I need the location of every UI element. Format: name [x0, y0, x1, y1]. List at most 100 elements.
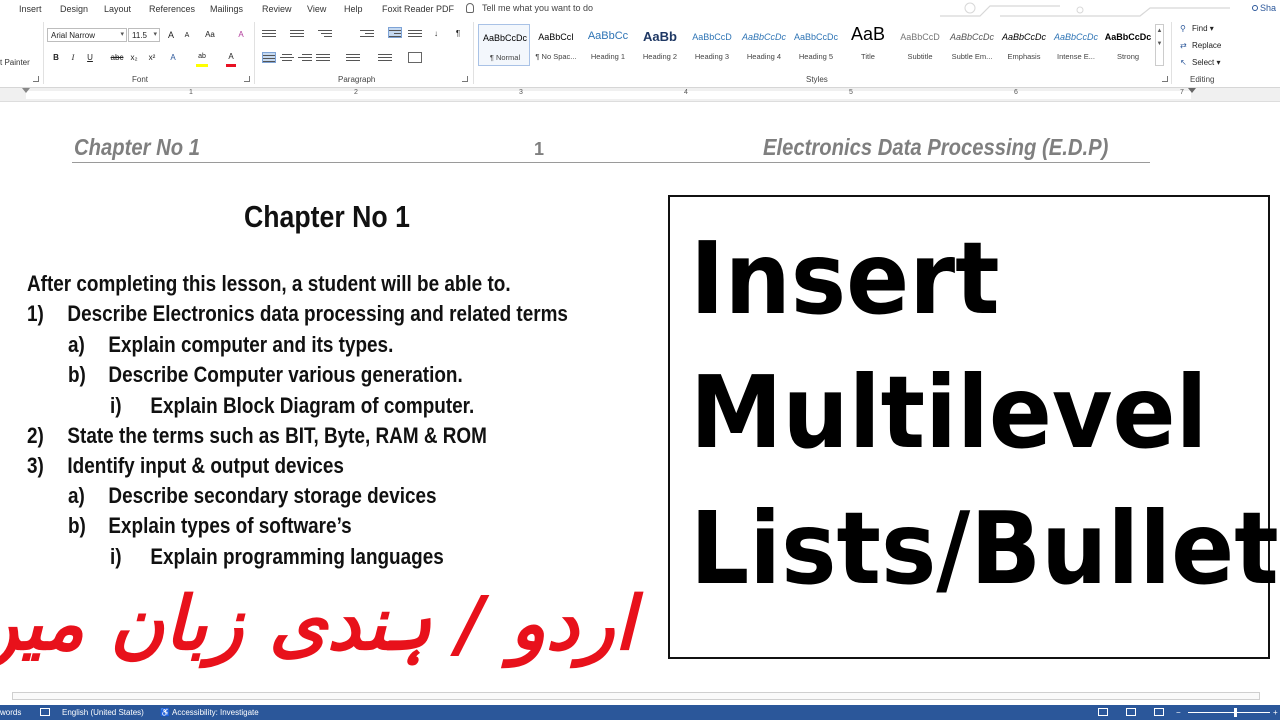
- menu-layout[interactable]: Layout: [104, 4, 131, 14]
- style-name: Title: [861, 52, 875, 61]
- menu-insert[interactable]: Insert: [19, 4, 42, 14]
- ruler-number: 3: [519, 89, 523, 96]
- style-heading-3[interactable]: AaBbCcD Heading 3: [686, 24, 738, 66]
- zoom-slider-thumb[interactable]: [1234, 708, 1237, 717]
- right-indent-marker[interactable]: [1188, 88, 1196, 93]
- highlight-button[interactable]: ab: [196, 51, 208, 63]
- style-name: ¶ No Spac...: [535, 52, 577, 61]
- sort-icon[interactable]: ↓: [430, 28, 442, 40]
- style-heading-5[interactable]: AaBbCcDc Heading 5: [790, 24, 842, 66]
- bullets-icon[interactable]: [262, 28, 276, 39]
- style-subtitle[interactable]: AaBbCcD Subtitle: [894, 24, 946, 66]
- ruler-number: 7: [1180, 89, 1184, 96]
- zoom-slider[interactable]: [1188, 712, 1270, 713]
- style-sample: AaBbCcD: [692, 32, 732, 42]
- text-direction-icon[interactable]: [408, 28, 422, 39]
- share-button[interactable]: Sha: [1252, 3, 1276, 13]
- justify-icon[interactable]: [316, 52, 330, 63]
- align-center-icon[interactable]: [280, 52, 294, 63]
- urdu-caption: اردو / ہندی زبان میں: [0, 581, 635, 667]
- style-subtle-emphasis[interactable]: AaBbCcDc Subtle Em...: [946, 24, 998, 66]
- strikethrough-button[interactable]: abc: [110, 52, 124, 64]
- read-mode-icon[interactable]: [1098, 708, 1108, 716]
- language-indicator[interactable]: English (United States): [62, 708, 144, 717]
- font-name-dropdown[interactable]: Arial Narrow ▾: [47, 28, 127, 42]
- underline-button[interactable]: U: [85, 52, 95, 64]
- print-layout-icon[interactable]: [1126, 708, 1136, 716]
- line-spacing-icon[interactable]: [346, 52, 360, 63]
- style-no-spacing[interactable]: AaBbCcI ¶ No Spac...: [530, 24, 582, 66]
- multilevel-list-icon[interactable]: [318, 28, 332, 39]
- style-sample: AaBbCc: [587, 30, 629, 42]
- zoom-out-icon[interactable]: −: [1176, 708, 1181, 717]
- accessibility-status[interactable]: Accessibility: Investigate: [172, 708, 259, 717]
- word-count[interactable]: words: [0, 708, 21, 717]
- menu-view[interactable]: View: [307, 4, 326, 14]
- style-intense-emphasis[interactable]: AaBbCcDc Intense E...: [1050, 24, 1102, 66]
- style-title[interactable]: AaB Title: [842, 24, 894, 66]
- style-normal[interactable]: AaBbCcDc ¶ Normal: [478, 24, 530, 66]
- word-window: { "menu": { "items": ["Insert", "Design"…: [0, 0, 1280, 720]
- menu-design[interactable]: Design: [60, 4, 88, 14]
- replace-button[interactable]: ⇄ Replace: [1180, 41, 1221, 50]
- format-painter-button[interactable]: t Painter: [0, 58, 30, 67]
- styles-launcher-icon[interactable]: [1162, 76, 1168, 82]
- menu-help[interactable]: Help: [344, 4, 363, 14]
- style-sample: AaBbCcDc: [949, 32, 994, 42]
- bold-button[interactable]: B: [51, 52, 61, 64]
- tell-me-search[interactable]: Tell me what you want to do: [466, 3, 593, 13]
- cursor-icon: ↖: [1180, 58, 1187, 67]
- document-intro: After completing this lesson, a student …: [27, 271, 511, 296]
- style-heading-1[interactable]: AaBbCc Heading 1: [582, 24, 634, 66]
- circuit-decoration: [940, 2, 1230, 17]
- grow-font-button[interactable]: A: [166, 29, 176, 41]
- paragraph-launcher-icon[interactable]: [462, 76, 468, 82]
- italic-button[interactable]: I: [68, 52, 78, 64]
- style-name: ¶ Normal: [489, 53, 521, 62]
- text-effects-button[interactable]: A: [168, 52, 178, 64]
- style-strong[interactable]: AaBbCcDc Strong: [1102, 24, 1154, 66]
- font-launcher-icon[interactable]: [244, 76, 250, 82]
- group-divider: [43, 22, 44, 84]
- style-heading-2[interactable]: AaBb Heading 2: [634, 24, 686, 66]
- menu-foxit-reader-pdf[interactable]: Foxit Reader PDF: [382, 4, 454, 14]
- styles-gallery: AaBbCcDc ¶ Normal AaBbCcI ¶ No Spac... A…: [478, 24, 1158, 70]
- align-left-icon[interactable]: [262, 52, 276, 63]
- web-layout-icon[interactable]: [1154, 708, 1164, 716]
- superscript-button[interactable]: x²: [146, 52, 158, 64]
- horizontal-scrollbar[interactable]: [12, 692, 1260, 700]
- document-page[interactable]: Chapter No 1 1 Electronics Data Processi…: [0, 103, 1280, 700]
- shrink-font-button[interactable]: A: [182, 30, 192, 42]
- tell-me-text: Tell me what you want to do: [482, 3, 594, 13]
- font-size-dropdown[interactable]: 11.5 ▾: [128, 28, 160, 42]
- menu-mailings[interactable]: Mailings: [210, 4, 243, 14]
- proofing-icon[interactable]: [40, 708, 50, 716]
- styles-gallery-scroll[interactable]: ▲ ▼: [1155, 24, 1164, 66]
- align-right-icon[interactable]: [298, 52, 312, 63]
- style-heading-4[interactable]: AaBbCcDc Heading 4: [738, 24, 790, 66]
- decrease-indent-icon[interactable]: [360, 28, 374, 39]
- font-color-button[interactable]: A: [226, 51, 236, 63]
- borders-icon[interactable]: [408, 52, 422, 63]
- style-name: Subtle Em...: [951, 52, 993, 61]
- menu-references[interactable]: References: [149, 4, 195, 14]
- editing-group-label: Editing: [1190, 75, 1215, 84]
- subscript-button[interactable]: x₂: [128, 52, 140, 64]
- horizontal-ruler[interactable]: 1 2 3 4 5 6 7: [0, 88, 1280, 102]
- change-case-button[interactable]: Aa: [205, 29, 215, 41]
- menu-review[interactable]: Review: [262, 4, 292, 14]
- style-emphasis[interactable]: AaBbCcDc Emphasis: [998, 24, 1050, 66]
- select-button[interactable]: ↖ Select ▾: [1180, 58, 1220, 67]
- show-formatting-icon[interactable]: ¶: [453, 28, 463, 40]
- clear-formatting-button[interactable]: A: [236, 29, 246, 41]
- clipboard-launcher-icon[interactable]: [33, 76, 39, 82]
- left-indent-marker[interactable]: [22, 88, 30, 93]
- styles-group-label: Styles: [806, 75, 828, 84]
- title-overlay-box: Insert Multilevel Lists/Bullets: [668, 195, 1280, 659]
- numbering-icon[interactable]: [290, 28, 304, 39]
- zoom-in-icon[interactable]: +: [1273, 708, 1278, 717]
- style-sample: AaBbCcDc: [1053, 32, 1098, 42]
- shading-icon[interactable]: [378, 52, 392, 63]
- increase-indent-icon[interactable]: [388, 27, 402, 38]
- find-button[interactable]: ⚲ Find ▾: [1180, 24, 1214, 33]
